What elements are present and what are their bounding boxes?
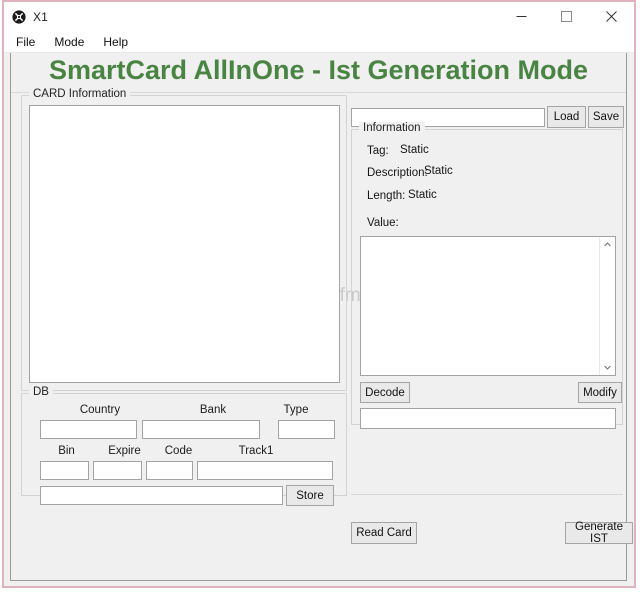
application-window: X1 File Mode Help SmartCard AllInOne - I…	[2, 0, 636, 588]
db-input-bank[interactable]	[142, 420, 260, 439]
app-icon	[11, 9, 27, 25]
db-label-track1: Track1	[238, 445, 274, 457]
save-button[interactable]: Save	[588, 106, 624, 128]
load-button[interactable]: Load	[547, 106, 586, 128]
maximize-button[interactable]	[544, 2, 589, 31]
result-input[interactable]	[360, 408, 616, 429]
db-input-country[interactable]	[40, 420, 137, 439]
information-group-label: Information	[359, 122, 425, 134]
db-input-track1[interactable]	[197, 461, 333, 480]
db-input-type[interactable]	[278, 420, 335, 439]
length-label: Length:	[367, 190, 406, 202]
minimize-icon	[516, 16, 527, 17]
description-label: Description:	[367, 167, 428, 179]
db-input-expire[interactable]	[93, 461, 142, 480]
read-card-button[interactable]: Read Card	[351, 522, 417, 544]
card-information-label: CARD Information	[29, 88, 131, 100]
db-label-type: Type	[283, 404, 309, 416]
tag-label: Tag:	[367, 145, 389, 157]
description-value: Static	[424, 165, 453, 177]
value-textarea[interactable]	[360, 236, 616, 376]
menu-item-mode[interactable]: Mode	[50, 33, 93, 51]
page-title: SmartCard AllInOne - Ist Generation Mode	[48, 55, 589, 85]
db-label-bin: Bin	[58, 445, 75, 457]
window-title: X1	[33, 9, 48, 24]
modify-button[interactable]: Modify	[578, 382, 622, 403]
tag-value: Static	[400, 144, 429, 156]
db-group-label: DB	[29, 386, 53, 398]
db-input-bin[interactable]	[40, 461, 89, 480]
window-controls	[499, 2, 634, 31]
db-label-bank: Bank	[199, 404, 227, 416]
db-group: DB Country Bank Type Bin Expire Code Tra…	[21, 386, 347, 506]
form-panel: SmartCard AllInOne - Ist Generation Mode…	[10, 53, 633, 581]
generate-ist-button[interactable]: Generate IST	[565, 521, 633, 545]
db-input-code[interactable]	[146, 461, 193, 480]
card-information-group: CARD Information	[21, 88, 347, 391]
menu-item-file[interactable]: File	[12, 33, 44, 51]
store-button[interactable]: Store	[286, 485, 334, 506]
db-label-code: Code	[164, 445, 193, 457]
scroll-up-icon[interactable]	[600, 237, 615, 252]
information-group: Information Tag: Static Description: Sta…	[351, 122, 623, 429]
title-bar: X1	[4, 2, 634, 31]
value-scrollbar[interactable]	[599, 237, 615, 375]
db-label-expire: Expire	[108, 445, 141, 457]
client-area: SmartCard AllInOne - Ist Generation Mode…	[4, 53, 634, 586]
value-label: Value:	[367, 217, 399, 229]
menu-item-help[interactable]: Help	[99, 33, 137, 51]
close-button[interactable]	[589, 2, 634, 31]
menu-bar: File Mode Help	[4, 31, 634, 53]
close-icon	[606, 11, 617, 22]
decode-button[interactable]: Decode	[360, 382, 410, 403]
scroll-down-icon[interactable]	[600, 360, 615, 375]
maximize-icon	[561, 11, 572, 22]
card-information-tree[interactable]	[29, 105, 340, 383]
db-input-notes[interactable]	[40, 486, 283, 505]
minimize-button[interactable]	[499, 2, 544, 31]
length-value: Static	[408, 189, 437, 201]
db-label-country: Country	[79, 404, 121, 416]
bottom-divider	[351, 494, 623, 495]
